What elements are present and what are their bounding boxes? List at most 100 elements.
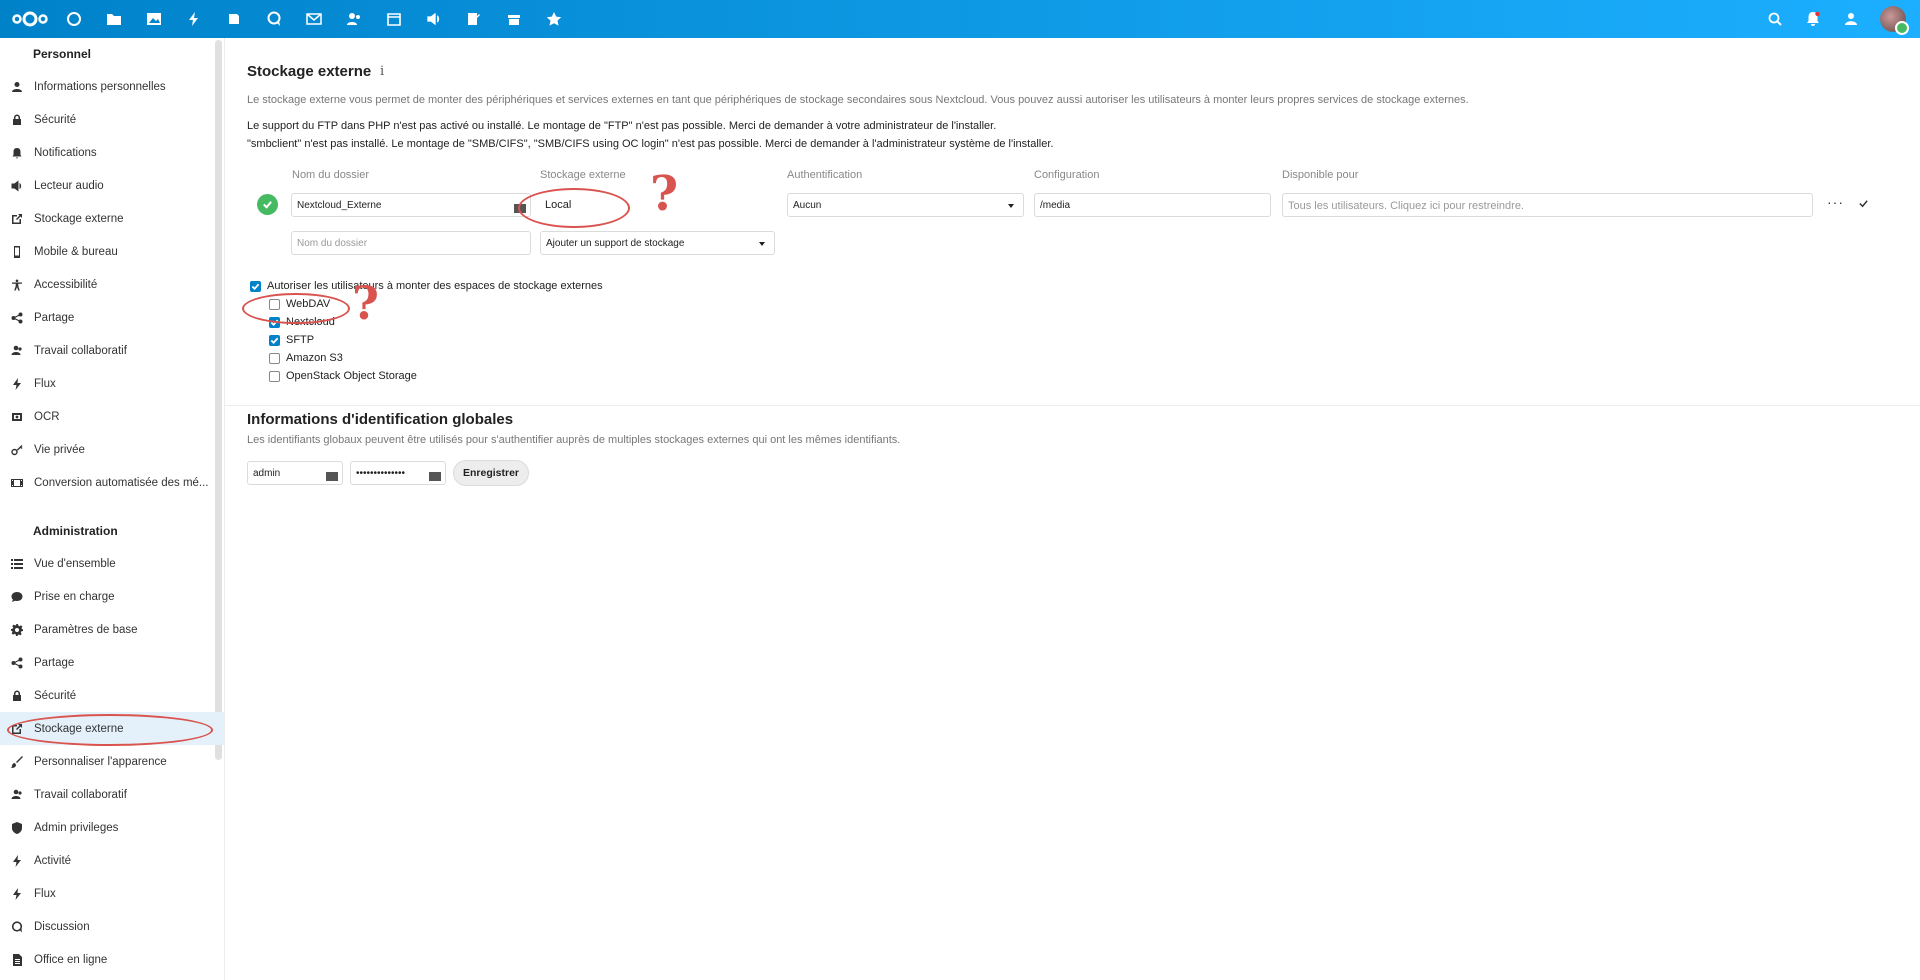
global-password-input[interactable]: ••••••••••••••	[350, 461, 446, 485]
annotation-question-webdav: ?	[352, 276, 379, 330]
contacts-icon[interactable]	[334, 0, 374, 38]
backend-amazon-s3[interactable]: Amazon S3	[269, 352, 343, 364]
avatar[interactable]	[1880, 6, 1909, 35]
sidebar-item-label: Notifications	[34, 146, 97, 159]
dashboard-icon[interactable]	[54, 0, 94, 38]
activity-icon[interactable]	[174, 0, 214, 38]
files-icon[interactable]	[94, 0, 134, 38]
new-folder-placeholder: Nom du dossier	[297, 238, 368, 249]
annotation-circle-sidebar	[7, 714, 213, 746]
sidebar-item-travail-collaboratif[interactable]: Travail collaboratif	[0, 778, 224, 811]
mount-folder-input[interactable]: Nextcloud_Externe	[291, 193, 531, 217]
save-credentials-button[interactable]: Enregistrer	[453, 460, 529, 486]
calendar-icon[interactable]	[374, 0, 414, 38]
mount-folder-value: Nextcloud_Externe	[297, 200, 382, 211]
backend-sftp[interactable]: SFTP	[269, 334, 314, 346]
sidebar-item-discussion[interactable]: Discussion	[0, 910, 224, 943]
sidebar-item-securite[interactable]: Sécurité	[0, 679, 224, 712]
sidebar-item-flux[interactable]: Flux	[0, 877, 224, 910]
brush-icon	[10, 755, 24, 769]
contacts-menu-icon[interactable]	[1832, 0, 1870, 38]
sidebar-item-mobile-bureau[interactable]: Mobile & bureau	[0, 235, 224, 268]
mount-config-input[interactable]: /media	[1034, 193, 1271, 217]
sidebar-item-securite[interactable]: Sécurité	[0, 103, 224, 136]
sidebar-item-label: Informations personnelles	[34, 80, 166, 93]
sidebar-item-partage[interactable]: Partage	[0, 646, 224, 679]
sidebar-item-activite[interactable]: Activité	[0, 844, 224, 877]
sidebar-item-flux[interactable]: Flux	[0, 367, 224, 400]
credentials-picker-icon[interactable]	[326, 468, 338, 481]
search-icon[interactable]	[1756, 0, 1794, 38]
sidebar-item-ocr[interactable]: OCR	[0, 400, 224, 433]
settings-sidebar: Personnel Informations personnelles Sécur…	[0, 38, 225, 980]
sidebar-item-stockage-externe[interactable]: Stockage externe	[0, 202, 224, 235]
info-icon[interactable]: i	[380, 64, 384, 79]
sidebar-heading-admin: Administration	[33, 524, 118, 538]
mount-available-input[interactable]: Tous les utilisateurs. Cliquez ici pour …	[1282, 193, 1813, 217]
mount-status-ok-icon[interactable]	[257, 194, 278, 215]
backend-checkbox[interactable]	[269, 334, 280, 346]
column-storage: Stockage externe	[540, 169, 626, 181]
sidebar-item-admin-privileges[interactable]: Admin privileges	[0, 811, 224, 844]
bell-icon[interactable]	[1794, 0, 1832, 38]
bell-icon	[10, 146, 24, 160]
sidebar-item-label: Vue d'ensemble	[34, 557, 116, 570]
column-folder: Nom du dossier	[292, 169, 370, 181]
top-right-tools	[1756, 0, 1920, 38]
sidebar-item-label: Mobile & bureau	[34, 245, 118, 258]
backend-checkbox[interactable]	[269, 370, 280, 382]
audio-icon[interactable]	[414, 0, 454, 38]
sidebar-item-personnaliser-l-apparence[interactable]: Personnaliser l'apparence	[0, 745, 224, 778]
sidebar-item-parametres-de-base[interactable]: Paramètres de base	[0, 613, 224, 646]
sidebar-item-vue-d-ensemble[interactable]: Vue d'ensemble	[0, 547, 224, 580]
group-icon	[10, 344, 24, 358]
archive-icon[interactable]	[494, 0, 534, 38]
sidebar-item-label: Activité	[34, 854, 72, 867]
backend-openstack-object-storage[interactable]: OpenStack Object Storage	[269, 370, 417, 382]
sidebar-item-notifications[interactable]: Notifications	[0, 136, 224, 169]
notes-icon[interactable]	[454, 0, 494, 38]
sidebar-item-conversion-automatisee-des-me[interactable]: Conversion automatisée des mé...	[0, 466, 224, 499]
add-storage-select[interactable]: Ajouter un support de stockage	[540, 231, 775, 255]
backend-checkbox[interactable]	[269, 352, 280, 364]
ocr-icon	[10, 410, 24, 424]
sidebar-item-label: Admin privileges	[34, 821, 119, 834]
add-storage-value: Ajouter un support de stockage	[546, 238, 685, 249]
mount-config-value: /media	[1040, 200, 1071, 211]
film-icon	[10, 476, 24, 490]
mail-icon[interactable]	[294, 0, 334, 38]
mount-auth-select[interactable]: Aucun	[787, 193, 1024, 217]
allow-users-row[interactable]: Autoriser les utilisateurs à monter des …	[250, 280, 603, 292]
top-bar	[0, 0, 1920, 38]
sidebar-heading-personal: Personnel	[33, 47, 92, 61]
group-icon	[10, 788, 24, 802]
gear-icon	[10, 623, 24, 637]
sidebar-item-partage[interactable]: Partage	[0, 301, 224, 334]
sidebar-item-travail-collaboratif[interactable]: Travail collaboratif	[0, 334, 224, 367]
activity-icon	[10, 377, 24, 391]
shield-icon	[10, 821, 24, 835]
password-picker-icon[interactable]	[429, 468, 441, 481]
more-actions-icon[interactable]: ···	[1827, 194, 1844, 210]
sidebar-item-label: Personnaliser l'apparence	[34, 755, 167, 768]
nextcloud-logo-icon[interactable]	[6, 0, 54, 38]
deck-icon[interactable]	[214, 0, 254, 38]
sidebar-item-informations-personnelles[interactable]: Informations personnelles	[0, 70, 224, 103]
sidebar-item-label: Prise en charge	[34, 590, 115, 603]
star-icon[interactable]	[534, 0, 574, 38]
photos-icon[interactable]	[134, 0, 174, 38]
allow-users-checkbox[interactable]	[250, 280, 261, 292]
new-folder-input[interactable]: Nom du dossier	[291, 231, 531, 255]
sidebar-item-prise-en-charge[interactable]: Prise en charge	[0, 580, 224, 613]
sidebar-item-label: Flux	[34, 377, 56, 390]
talk-icon[interactable]	[254, 0, 294, 38]
sidebar-personal-list: Informations personnelles Sécurité Notific…	[0, 70, 224, 499]
sidebar-item-accessibilite[interactable]: Accessibilité	[0, 268, 224, 301]
sidebar-item-vie-privee[interactable]: Vie privée	[0, 433, 224, 466]
save-mount-icon[interactable]	[1858, 196, 1869, 212]
sidebar-item-lecteur-audio[interactable]: Lecteur audio	[0, 169, 224, 202]
share-icon	[10, 656, 24, 670]
global-username-input[interactable]: admin	[247, 461, 343, 485]
backend-label: OpenStack Object Storage	[286, 370, 417, 382]
sidebar-item-office-en-ligne[interactable]: Office en ligne	[0, 943, 224, 976]
